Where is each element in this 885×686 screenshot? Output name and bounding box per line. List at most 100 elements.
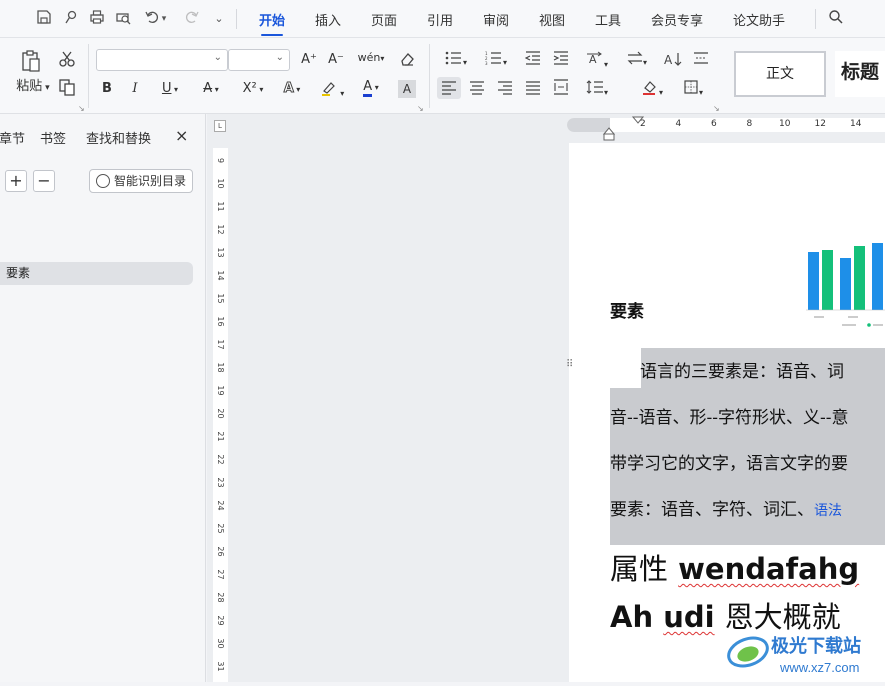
show-marks-icon[interactable] — [691, 51, 711, 71]
shrink-font-button[interactable]: A⁻ — [326, 51, 346, 69]
large-text-line-1[interactable]: 属性 wendafahg — [610, 546, 859, 588]
tab-tools[interactable]: 工具 — [595, 10, 621, 29]
horizontal-ruler-number: 6 — [711, 119, 717, 129]
print-icon[interactable] — [87, 9, 107, 29]
horizontal-ruler-number: 14 — [850, 119, 862, 129]
text-effect-button[interactable]: A ▾ — [277, 80, 307, 99]
save-icon[interactable] — [34, 9, 54, 29]
phonetic-label: wén — [357, 51, 381, 64]
shrink-font-label: A⁻ — [328, 52, 344, 67]
strikethrough-button[interactable]: A ▾ — [197, 80, 225, 99]
borders-icon[interactable]: ▾ — [677, 79, 709, 102]
undo-dropdown-icon[interactable]: ▾ — [159, 9, 169, 29]
cut-icon[interactable] — [57, 50, 77, 74]
vertical-ruler: 9 10 11 12 13 14 15 16 17 18 19 20 21 22 23 24 25 26 27 28 2… — [213, 148, 228, 682]
drag-handle-icon[interactable]: ⠿ — [566, 360, 576, 378]
sort-icon[interactable]: A — [663, 51, 683, 73]
smart-recognize-icon — [96, 174, 110, 188]
watermark-site-name: 极光下载站 — [771, 635, 861, 656]
grow-font-button[interactable]: A⁺ — [299, 51, 319, 69]
paragraph-line-3[interactable]: 带学习它的文字，语言文字的要 — [610, 449, 848, 474]
paragraph-line-4[interactable]: 要素：语音、字符、词汇、语法 — [610, 495, 842, 520]
paragraph-line-2[interactable]: 音--语音、形--字符形状、义--意 — [610, 403, 848, 428]
vertical-ruler-number: 18 — [216, 362, 225, 373]
vertical-ruler-number: 19 — [216, 385, 225, 396]
align-right-icon[interactable] — [495, 81, 515, 101]
tab-bookmarks[interactable]: 书签 — [40, 128, 66, 147]
embedded-chart[interactable] — [802, 238, 885, 335]
chart-bar — [872, 243, 883, 310]
justify-icon[interactable] — [523, 81, 543, 101]
collapse-button[interactable]: − — [33, 170, 55, 192]
vertical-ruler-number: 28 — [216, 592, 225, 603]
paragraph-line-1[interactable]: 语言的三要素是：语音、词 — [640, 357, 844, 382]
document-page[interactable]: 要素 语言的三要素是：语音、词 音--语音、形--字符形状、义--意 带学习它的… — [569, 143, 885, 682]
tab-insert[interactable]: 插入 — [315, 10, 341, 29]
bold-button[interactable]: B — [99, 80, 115, 98]
align-center-icon[interactable] — [467, 81, 487, 101]
svg-text:A: A — [664, 53, 673, 67]
style-gallery: 正文 标题 — [731, 51, 885, 97]
tab-find-replace[interactable]: 查找和替换 — [86, 128, 151, 147]
vertical-ruler-number: 11 — [216, 201, 225, 212]
tab-review[interactable]: 审阅 — [483, 10, 509, 29]
paste-button[interactable]: 粘贴 ▾ — [13, 78, 53, 97]
style-normal[interactable]: 正文 — [734, 51, 826, 97]
shading-icon[interactable]: ▾ — [636, 79, 668, 102]
phonetic-guide-button[interactable]: wén▾ — [355, 49, 387, 68]
style-heading[interactable]: 标题 — [835, 51, 885, 97]
decrease-indent-icon[interactable] — [523, 51, 543, 71]
tab-paper-assistant[interactable]: 论文助手 — [733, 10, 785, 29]
hanging-indent-icon[interactable] — [603, 126, 615, 142]
copy-icon[interactable] — [57, 78, 77, 102]
menu-bar: ▾ ⌄ 开始 插入 页面 引用 审阅 视图 工具 会员专享 论文助手 — [0, 0, 885, 38]
tab-member[interactable]: 会员专享 — [651, 10, 703, 29]
tab-stop-selector[interactable]: L — [214, 120, 226, 132]
grammar-link[interactable]: 语法 — [814, 502, 842, 518]
increase-indent-icon[interactable] — [551, 51, 571, 71]
vertical-ruler-number: 27 — [216, 569, 225, 580]
clear-format-icon[interactable] — [397, 51, 417, 73]
sort-direction-icon[interactable]: ▾ — [623, 51, 651, 72]
paste-icon[interactable] — [20, 50, 42, 78]
more-icon[interactable]: ⌄ — [209, 9, 229, 29]
bullet-list-icon[interactable]: ▾ — [442, 51, 470, 72]
tab-home[interactable]: 开始 — [259, 10, 285, 36]
underline-button[interactable]: U ▾ — [156, 80, 184, 99]
text-direction-icon[interactable]: A ▾ — [582, 51, 612, 74]
format-painter-icon[interactable] — [61, 9, 81, 29]
tab-chapters[interactable]: 章节 — [0, 128, 25, 147]
align-left-icon[interactable] — [437, 77, 461, 99]
tab-references[interactable]: 引用 — [427, 10, 453, 29]
document-heading[interactable]: 要素 — [610, 297, 644, 322]
large-text-en: wendafahg — [678, 552, 860, 586]
paste-label: 粘贴 — [16, 79, 43, 94]
font-color-button[interactable]: A ▾ — [356, 78, 386, 97]
vertical-ruler-number: 14 — [216, 270, 225, 281]
vertical-ruler-number: 22 — [216, 454, 225, 465]
font-name-select[interactable]: ⌄ — [96, 49, 228, 71]
char-shading-button[interactable]: A — [398, 80, 416, 98]
distribute-icon[interactable] — [551, 79, 571, 101]
tab-page[interactable]: 页面 — [371, 10, 397, 29]
vertical-ruler-number: 31 — [216, 661, 225, 672]
font-size-select[interactable]: ⌄ — [228, 49, 290, 71]
expand-button[interactable]: + — [5, 170, 27, 192]
superscript-button[interactable]: X² ▾ — [237, 80, 269, 99]
vertical-ruler-number: 9 — [216, 157, 225, 164]
navigation-pane: 章节 书签 查找和替换 × + − 智能识别目录 要素 — [0, 114, 206, 682]
horizontal-ruler-number: 8 — [746, 119, 753, 129]
tab-view[interactable]: 视图 — [539, 10, 565, 29]
smart-toc-button[interactable]: 智能识别目录 — [89, 169, 193, 193]
highlight-button[interactable]: ▾ — [316, 80, 348, 103]
close-icon[interactable]: × — [175, 126, 188, 145]
redo-icon[interactable] — [182, 9, 202, 29]
search-icon[interactable] — [826, 9, 846, 29]
italic-button[interactable]: I — [127, 80, 143, 98]
line-spacing-icon[interactable]: ▾ — [582, 79, 612, 102]
toc-item[interactable]: 要素 — [0, 262, 193, 285]
print-preview-icon[interactable] — [113, 9, 133, 29]
numbered-list-icon[interactable]: 1 2 3 ▾ — [482, 51, 510, 72]
vertical-ruler-number: 16 — [216, 316, 225, 327]
chevron-down-icon: ⌄ — [275, 52, 284, 63]
